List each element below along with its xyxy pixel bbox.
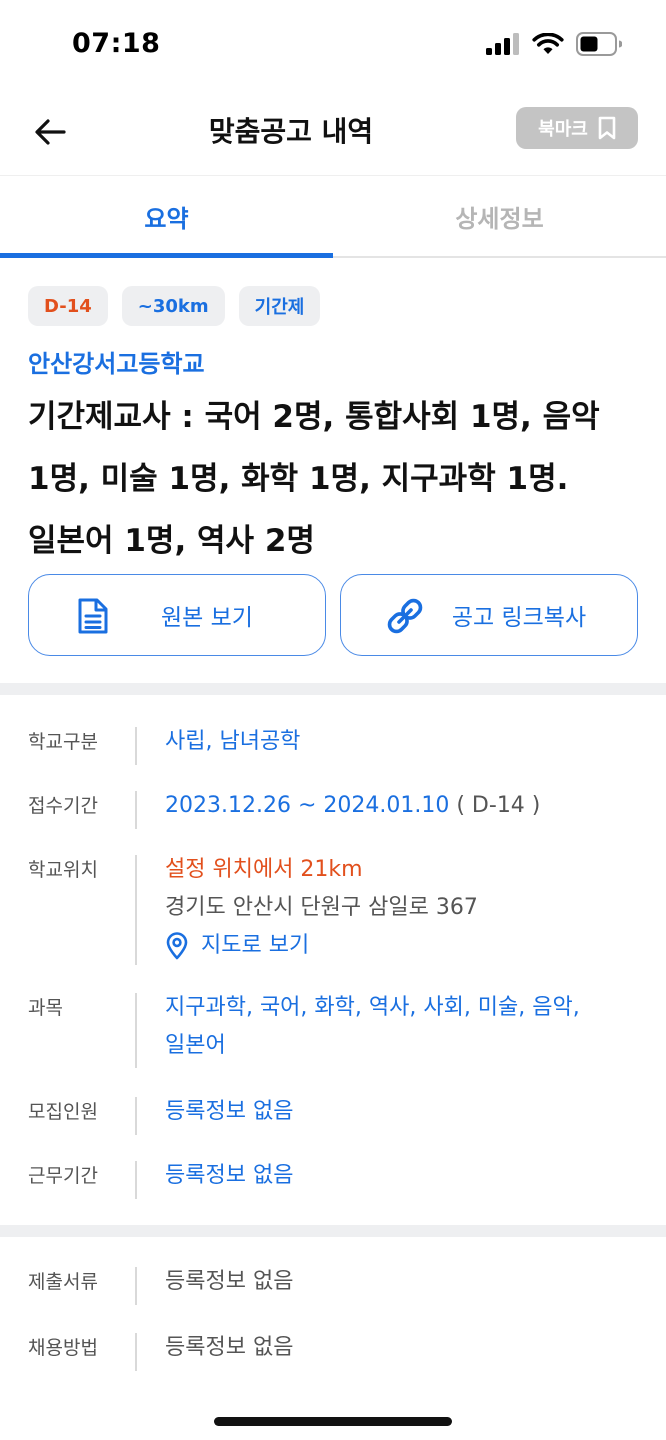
signal-icon (486, 33, 519, 55)
info-label: 채용방법 (28, 1337, 98, 1359)
school-type-value: 사립, 남녀공학 (165, 729, 301, 754)
chip-list: D-14 ~30km 기간제 (28, 286, 321, 326)
info-label: 근무기간 (28, 1165, 98, 1187)
dday-chip: D-14 (28, 286, 108, 326)
location-distance: 설정 위치에서 21km (165, 857, 363, 882)
row-divider (135, 993, 137, 1068)
tab-details[interactable]: 상세정보 (333, 176, 666, 256)
location-address: 경기도 안산시 단원구 삼일로 367 (165, 895, 478, 920)
section-divider (0, 683, 666, 695)
row-divider (135, 1267, 137, 1305)
info-label: 학교구분 (28, 731, 98, 753)
period-dday: ( D-14 ) (456, 793, 541, 818)
row-divider (135, 855, 137, 965)
tab-summary[interactable]: 요약 (0, 176, 333, 258)
page-title: 맞춤공고 내역 (208, 115, 374, 148)
period-dates: 2023.12.26 ~ 2024.01.10 (165, 793, 450, 818)
row-divider (135, 791, 137, 829)
application-period-value: 2023.12.26 ~ 2024.01.10 ( D-14 ) (165, 787, 640, 825)
school-name: 안산강서고등학교 (28, 350, 205, 378)
distance-chip: ~30km (121, 286, 225, 326)
view-original-button[interactable]: 원본 보기 (28, 574, 326, 656)
bookmark-icon (598, 116, 616, 140)
row-divider (135, 1097, 137, 1135)
status-time: 07:18 (72, 28, 161, 59)
hiring-method-value: 등록정보 없음 (165, 1335, 294, 1360)
map-link-label: 지도로 보기 (201, 933, 310, 958)
status-icons (486, 32, 622, 56)
bookmark-label: 북마크 (538, 119, 588, 140)
location-value: 설정 위치에서 21km 경기도 안산시 단원구 삼일로 367 지도로 보기 (165, 851, 640, 965)
type-chip: 기간제 (238, 286, 321, 326)
recruit-count-value: 등록정보 없음 (165, 1099, 294, 1124)
subjects-value: 지구과학, 국어, 화학, 역사, 사회, 미술, 음악, 일본어 (165, 995, 580, 1058)
home-indicator (214, 1417, 452, 1426)
info-label: 제출서류 (28, 1271, 98, 1293)
work-period-value: 등록정보 없음 (165, 1163, 294, 1188)
header: 맞춤공고 내역 북마크 (0, 88, 666, 176)
documents-value: 등록정보 없음 (165, 1269, 294, 1294)
copy-link-label: 공고 링크복사 (451, 605, 587, 631)
tab-bar: 요약 상세정보 (0, 176, 666, 258)
row-divider (135, 1161, 137, 1199)
info-label: 과목 (28, 997, 63, 1019)
bookmark-button[interactable]: 북마크 (516, 107, 638, 149)
map-link[interactable]: 지도로 보기 (165, 927, 640, 965)
info-label: 모집인원 (28, 1101, 98, 1123)
row-divider (135, 1333, 137, 1371)
post-title: 기간제교사 : 국어 2명, 통합사회 1명, 음악 1명, 미술 1명, 화학… (28, 399, 600, 559)
row-divider (135, 727, 137, 765)
copy-link-button[interactable]: 공고 링크복사 (340, 574, 638, 656)
view-original-label: 원본 보기 (161, 605, 253, 631)
info-label: 학교위치 (28, 859, 98, 881)
wifi-icon (532, 33, 564, 54)
info-label: 접수기간 (28, 795, 98, 817)
section-divider (0, 1225, 666, 1237)
battery-icon (576, 32, 622, 56)
location-pin-icon (166, 932, 188, 960)
status-bar: 07:18 (0, 0, 666, 88)
